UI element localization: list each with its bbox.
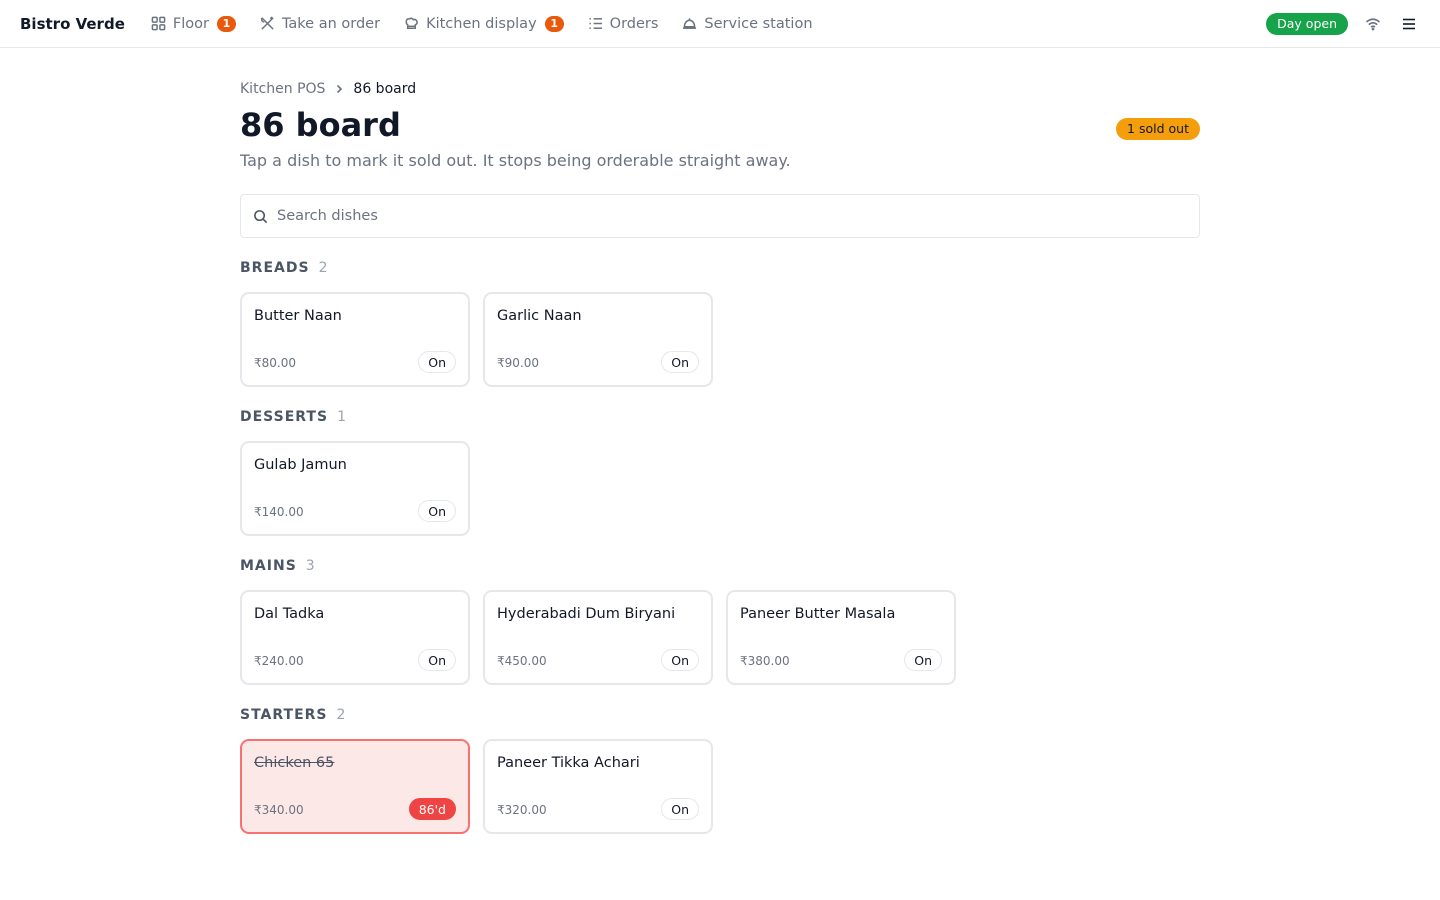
main-nav: Floor 1 Take an order Kitchen display 1 …: [151, 15, 813, 32]
dish-card[interactable]: Dal Tadka ₹240.00 On: [240, 590, 470, 685]
top-navigation-bar: Bistro Verde Floor 1 Take an order Kitch…: [0, 0, 1440, 48]
dish-card[interactable]: Gulab Jamun ₹140.00 On: [240, 441, 470, 536]
availability-toggle[interactable]: On: [418, 649, 456, 671]
utensils-icon: [260, 16, 274, 30]
category-section-starters: STARTERS 2 Chicken 65 ₹340.00 86'd Paneer Tik…: [240, 707, 1200, 834]
category-section-desserts: DESSERTS 1 Gulab Jamun ₹140.00 On: [240, 409, 1200, 536]
dish-price: ₹140.00: [254, 505, 304, 519]
dish-price: ₹320.00: [497, 803, 547, 817]
day-status-badge[interactable]: Day open: [1266, 12, 1348, 35]
chef-hat-icon: [405, 17, 418, 29]
category-section-breads: BREADS 2 Butter Naan ₹80.00 On Garlic Naan ₹90…: [240, 260, 1200, 387]
dish-card-grid: Chicken 65 ₹340.00 86'd Paneer Tikka Achari…: [240, 739, 1200, 834]
category-count: 3: [305, 558, 315, 574]
breadcrumb: Kitchen POS 86 board: [240, 81, 1200, 97]
nav-item-label: Floor: [172, 15, 209, 32]
dish-price: ₹90.00: [497, 356, 539, 370]
dish-price: ₹340.00: [254, 803, 304, 817]
wifi-icon: [1365, 17, 1381, 30]
hamburger-menu-icon: [1403, 18, 1415, 29]
category-count: 1: [337, 409, 346, 425]
menu-button[interactable]: [1398, 13, 1420, 35]
category-name: BREADS: [240, 260, 310, 276]
nav-count-badge: 1: [216, 15, 236, 32]
nav-item-orders[interactable]: Orders: [588, 15, 659, 32]
dish-card-grid: Butter Naan ₹80.00 On Garlic Naan ₹90.00 On: [240, 292, 1200, 387]
dish-card[interactable]: Hyderabadi Dum Biryani ₹450.00 On: [483, 590, 713, 685]
floor-grid-icon: [151, 16, 166, 31]
dish-name: Hyderabadi Dum Biryani: [497, 606, 676, 622]
dish-name: Gulab Jamun: [254, 457, 347, 473]
dish-card-grid: Gulab Jamun ₹140.00 On: [240, 441, 1200, 536]
dish-name: Paneer Butter Masala: [740, 606, 896, 622]
category-header: MAINS 3: [240, 558, 1200, 576]
category-count: 2: [318, 260, 328, 276]
dish-price: ₹80.00: [254, 356, 296, 370]
dish-card[interactable]: Chicken 65 ₹340.00 86'd: [240, 739, 470, 834]
page-subtitle: Tap a dish to mark it sold out. It stops…: [240, 151, 791, 170]
category-name: DESSERTS: [240, 409, 329, 425]
page-header: 86 board Tap a dish to mark it sold out.…: [240, 105, 1200, 172]
search-input[interactable]: [277, 208, 1157, 224]
nav-count-badge: 1: [544, 15, 564, 32]
dish-price: ₹380.00: [740, 654, 790, 668]
nav-item-kitchen-display[interactable]: Kitchen display 1: [404, 15, 564, 32]
nav-item-take-order[interactable]: Take an order: [260, 16, 380, 32]
dish-name: Dal Tadka: [254, 606, 325, 622]
category-count: 2: [336, 707, 346, 723]
category-header: DESSERTS 1: [240, 409, 1200, 427]
availability-toggle[interactable]: On: [418, 351, 456, 373]
category-name: STARTERS: [240, 707, 328, 723]
breadcrumb-parent-link[interactable]: Kitchen POS: [240, 81, 325, 97]
dish-card[interactable]: Butter Naan ₹80.00 On: [240, 292, 470, 387]
dish-card[interactable]: Garlic Naan ₹90.00 On: [483, 292, 713, 387]
connection-status[interactable]: [1362, 13, 1384, 35]
sold-out-badge[interactable]: 86'd: [408, 798, 456, 820]
availability-toggle[interactable]: On: [661, 351, 699, 373]
nav-item-label: Service station: [704, 15, 813, 32]
nav-item-label: Take an order: [281, 15, 381, 32]
sold-out-count-badge: 1 sold out: [1116, 118, 1200, 140]
chevron-right-icon: [334, 84, 344, 94]
search-icon: [254, 209, 268, 223]
topbar-actions: Day open: [1266, 12, 1420, 35]
dish-sections: BREADS 2 Butter Naan ₹80.00 On Garlic Naan ₹90…: [240, 260, 1200, 834]
dish-card[interactable]: Paneer Tikka Achari ₹320.00 On: [483, 739, 713, 834]
list-icon: [589, 18, 602, 29]
nav-item-floor[interactable]: Floor 1: [151, 15, 236, 32]
category-section-mains: MAINS 3 Dal Tadka ₹240.00 On Hyderabadi Dum B…: [240, 558, 1200, 685]
cloche-icon: [683, 18, 697, 29]
category-header: BREADS 2: [240, 260, 1200, 278]
nav-item-label: Kitchen display: [426, 15, 537, 32]
category-name: MAINS: [240, 558, 297, 574]
availability-toggle[interactable]: On: [661, 798, 699, 820]
availability-toggle[interactable]: On: [904, 649, 942, 671]
dish-card[interactable]: Paneer Butter Masala ₹380.00 On: [726, 590, 956, 685]
availability-toggle[interactable]: On: [418, 500, 456, 522]
breadcrumb-current: 86 board: [353, 81, 417, 97]
dish-name: Garlic Naan: [497, 308, 582, 324]
search-box[interactable]: [240, 194, 1200, 238]
dish-name: Chicken 65: [254, 755, 335, 771]
nav-item-service-station[interactable]: Service station: [682, 15, 813, 32]
availability-toggle[interactable]: On: [661, 649, 699, 671]
dish-price: ₹240.00: [254, 654, 304, 668]
dish-card-grid: Dal Tadka ₹240.00 On Hyderabadi Dum Biryani…: [240, 590, 1200, 685]
dish-name: Butter Naan: [254, 308, 342, 324]
main-content: Kitchen POS 86 board 86 board Tap a dish…: [240, 48, 1200, 834]
category-header: STARTERS 2: [240, 707, 1200, 725]
nav-item-label: Orders: [609, 15, 659, 32]
page-title: 86 board: [240, 106, 401, 144]
dish-price: ₹450.00: [497, 654, 547, 668]
dish-name: Paneer Tikka Achari: [497, 755, 640, 771]
brand-name[interactable]: Bistro Verde: [20, 15, 125, 33]
